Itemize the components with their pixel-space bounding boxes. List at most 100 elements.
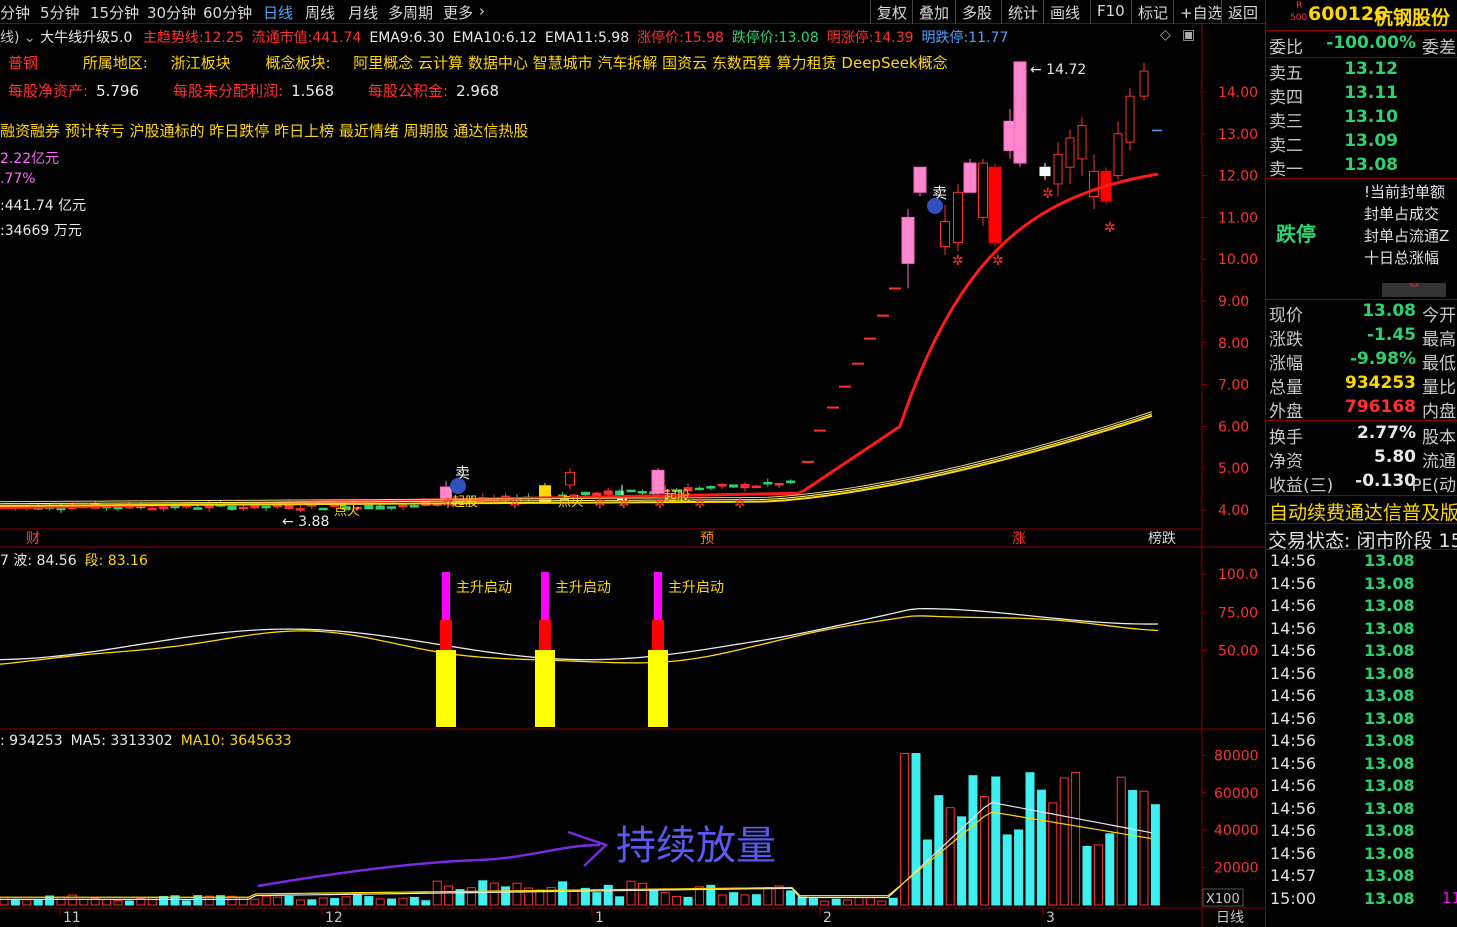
volume-bar [409, 896, 419, 906]
star-mark-icon: ✲ [654, 496, 666, 512]
volume-bar [1116, 776, 1126, 906]
volume-bar [501, 886, 511, 906]
candle-body [295, 508, 305, 511]
weibi-value: -100.00% [1326, 33, 1416, 53]
vol-tick-label: 40000 [1214, 823, 1259, 839]
signal-bar-magenta [654, 572, 662, 620]
ask-label: 卖二 [1269, 136, 1303, 156]
volume-bar [922, 839, 932, 906]
stock-short-name: 普钢 [8, 54, 39, 72]
ask-row: 卖五 13.12 [1266, 59, 1457, 84]
signal-label: 主升启动 [456, 580, 512, 596]
star-mark-icon: ✲ [618, 496, 630, 512]
volume-bar [1082, 845, 1092, 906]
seal-item: 十日总涨幅 [1364, 249, 1440, 267]
candle-body [375, 505, 385, 510]
tick-time: 14:56 [1270, 843, 1317, 863]
candle-body [637, 491, 647, 494]
x-tick-label: 1 [595, 910, 604, 926]
volume-bar [592, 892, 602, 906]
info-item-label: EMA9: [369, 30, 414, 46]
volume-bar [637, 882, 647, 906]
tick-price: 13.08 [1364, 686, 1415, 705]
quote-right-label: 最低 [1422, 354, 1456, 374]
volume-bar [991, 776, 1001, 906]
volume-bar [831, 898, 841, 906]
volume-bar [1139, 790, 1149, 906]
candle-body [387, 506, 397, 509]
volume-bar [489, 882, 499, 906]
star-mark-icon: ✲ [1042, 186, 1054, 202]
volume-bar [615, 896, 625, 906]
fund-row: 收益(三) -0.130 PE(动 [1266, 471, 1457, 496]
volume-bar [364, 896, 374, 906]
quote-right-label: 量比 [1422, 378, 1456, 398]
price-tick-label: 13.00 [1218, 127, 1258, 143]
tick-row: 14:56 13.08 [1268, 821, 1457, 843]
tick-row: 14:56 13.08 [1268, 686, 1457, 708]
candle-body [1065, 137, 1075, 168]
segment-line [0, 615, 1159, 665]
volume-bar [877, 900, 887, 906]
tick-price: 13.08 [1364, 663, 1415, 683]
indicator-name[interactable]: 大牛线升级5.0 [40, 30, 132, 46]
quote-value: -1.45 [1367, 325, 1416, 345]
info-item-label: 明跌停: [921, 30, 969, 46]
price-tick-label: 14.00 [1218, 85, 1258, 101]
osc-tick-label: 100.0 [1218, 567, 1258, 583]
quote-label: 涨幅 [1269, 354, 1303, 374]
quote-label: 涨跌 [1269, 330, 1303, 350]
diamond-icon[interactable]: ◇ [1160, 27, 1171, 43]
concept-label: 概念板块: [265, 54, 331, 72]
vol-tick-label: 20000 [1214, 861, 1259, 877]
candle-body [1125, 95, 1135, 143]
star-mark-icon: ✲ [594, 496, 606, 512]
panel-toggle-icon[interactable]: ▣ [1182, 27, 1195, 43]
volume-bar [808, 898, 818, 906]
tag-row: 融资融券 预计转亏 沪股通标的 昨日跌停 昨日上榜 最近情绪 周期股 通达信热股 [0, 122, 529, 140]
tick-time: 14:56 [1270, 596, 1317, 615]
candle-body [227, 505, 237, 510]
info-item-value: 15.98 [683, 30, 724, 46]
candle-body [988, 166, 1002, 243]
volume-bar [683, 896, 693, 906]
tick-time: 15:00 [1270, 888, 1317, 908]
tick-extra: 11 [1442, 888, 1457, 907]
tick-price: 13.08 [1364, 731, 1415, 750]
info-items: 主趋势线:12.25 流通市值:441.74 EMA9:6.30 EMA10:6.12… [137, 30, 1009, 46]
tick-time: 14:56 [1270, 686, 1317, 705]
volume-bar [421, 900, 431, 906]
info-prefix: 线) [0, 30, 20, 46]
notice-link[interactable]: 自动续费通达信普及版 [1269, 498, 1457, 525]
volume-bar [558, 881, 568, 906]
fund-value: 5.80 [1374, 447, 1416, 467]
badge-top: R [1296, 1, 1303, 11]
tick-time: 14:56 [1270, 753, 1317, 773]
tick-row: 14:57 13.08 [1268, 866, 1457, 888]
seal-item: 封单占成交 [1364, 205, 1440, 223]
tick-price: 13.08 [1364, 753, 1415, 773]
event-mark: 涨 [1012, 531, 1026, 547]
info-item-label: EMA11: [544, 30, 598, 46]
x-tick-label: 12 [325, 910, 343, 926]
start-label: 起股 [664, 489, 690, 504]
limit-status: 跌停 [1276, 222, 1316, 246]
candle-body [318, 507, 328, 511]
volume-bar [10, 898, 20, 906]
volume-bar [318, 897, 328, 906]
price-tick-label: 4.00 [1218, 503, 1249, 519]
left-info-line: .77% [0, 171, 36, 187]
volume-bar [0, 896, 9, 906]
volume-bar [569, 890, 579, 906]
candle-body [913, 166, 927, 193]
tick-row: 14:56 13.08 [1268, 641, 1457, 663]
tick-time: 14:56 [1270, 551, 1317, 570]
candle-body [1077, 124, 1087, 160]
volume-bar [147, 896, 157, 906]
signal-bar-yellow [535, 650, 555, 727]
quote-panel: R 500 600126 杭钢股份 委比 -100.00% 委差 卖五 13.12… [1265, 0, 1457, 927]
expand-chevron-icon[interactable]: ︾ [1382, 283, 1446, 297]
chevron-down-icon[interactable]: ⌄ [24, 30, 36, 46]
high-price-label: ← 14.72 [1030, 62, 1086, 78]
tick-row: 14:56 13.08 [1268, 709, 1457, 731]
